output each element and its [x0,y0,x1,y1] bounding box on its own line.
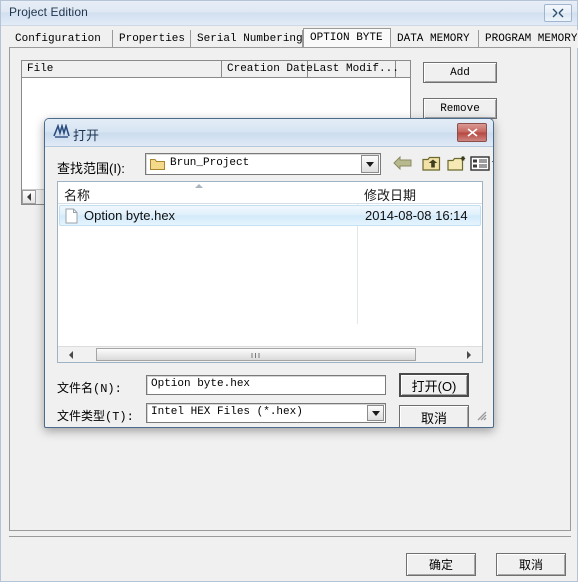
back-icon [393,156,412,170]
page-title: Project Edition [9,5,88,19]
window-close-button[interactable] [544,4,572,22]
close-icon [466,128,478,137]
file-icon [65,208,78,224]
tab-program-memory[interactable]: PROGRAM MEMORY [479,30,578,48]
up-one-level-button[interactable] [419,152,443,174]
dialog-title: 打开 [73,128,100,143]
chevron-down-icon [371,410,380,416]
sort-ascending-icon [195,184,203,188]
column-header-creation-date[interactable]: Creation Date [222,61,313,77]
list-item[interactable]: Option byte.hex 2014-08-08 16:14 [59,205,481,226]
file-name-input-value: Option byte.hex [151,378,251,390]
chevron-left-icon [68,350,73,359]
back-button[interactable] [391,152,415,174]
file-list-header: File Creation Date Last Modif... [22,61,410,78]
create-new-folder-button[interactable] [445,152,469,174]
scroll-left-button[interactable] [64,348,77,361]
open-button[interactable]: 打开(O) [399,373,469,397]
tab-configuration[interactable]: Configuration [9,30,113,48]
close-icon [552,8,564,18]
tab-properties[interactable]: Properties [113,30,191,48]
new-folder-icon [447,155,466,171]
scroll-right-button[interactable] [462,348,475,361]
folder-icon [150,159,165,170]
tab-option-byte[interactable]: OPTION BYTE [303,28,391,48]
tab-serial-numbering[interactable]: Serial Numbering [191,30,303,48]
chevron-left-icon [27,193,31,201]
dialog-title-bar: 打开 [45,119,493,147]
file-date-modified: 2014-08-08 16:14 [365,208,468,223]
dialog-body: 查找范围(I): Brun_Project 名称 修改日期 Option byt… [51,149,493,427]
file-name-input[interactable]: Option byte.hex [146,375,386,395]
file-type-value: Intel HEX Files (*.hex) [151,406,303,418]
views-icon [470,155,493,171]
dialog-close-button[interactable] [457,123,487,142]
chevron-down-icon [366,161,374,167]
tab-data-memory[interactable]: DATA MEMORY [391,30,479,48]
file-browser-horizontal-scrollbar[interactable]: ııı [58,346,482,362]
add-button[interactable]: Add [423,62,497,83]
chevron-right-icon [466,350,471,359]
app-window-icon [53,124,70,138]
resize-grip-icon[interactable] [475,409,487,421]
column-header-date-modified[interactable]: 修改日期 [364,185,416,204]
column-header-file[interactable]: File [22,61,222,77]
scroll-left-button[interactable] [22,190,36,204]
file-browser-rows: Option byte.hex 2014-08-08 16:14 [58,204,482,346]
file-type-combobox[interactable]: Intel HEX Files (*.hex) [146,403,386,423]
dialog-cancel-button[interactable]: 取消 [399,405,469,427]
file-type-label: 文件类型(T): [57,410,134,424]
window-title-bar: Project Edition [1,1,577,26]
option-byte-detail-panel [21,422,561,518]
up-folder-icon [421,156,440,171]
look-in-dropdown-button[interactable] [361,155,379,173]
scrollbar-thumb[interactable]: ııı [96,348,416,361]
remove-button[interactable]: Remove [423,98,497,119]
open-file-dialog: 打开 查找范围(I): Brun_Project 名称 修改日期 Option … [44,118,494,428]
look-in-label: 查找范围(I): [57,161,125,176]
footer-divider [9,536,571,537]
file-name-label: 文件名(N): [57,382,122,396]
tab-strip: Configuration Properties Serial Numberin… [9,28,578,48]
look-in-combobox[interactable]: Brun_Project [145,153,381,175]
file-name: Option byte.hex [84,208,176,223]
column-header-last-modified[interactable]: Last Modif... [308,61,399,77]
file-type-dropdown-button[interactable] [367,405,384,421]
column-header-name[interactable]: 名称 [64,185,90,204]
views-button[interactable] [469,152,493,174]
ok-button[interactable]: 确定 [406,553,476,576]
look-in-value: Brun_Project [170,157,250,169]
file-browser-header: 名称 修改日期 [58,182,482,204]
file-browser-list[interactable]: 名称 修改日期 Option byte.hex 2014-08-08 16:14 [57,181,483,363]
cancel-button[interactable]: 取消 [496,553,566,576]
